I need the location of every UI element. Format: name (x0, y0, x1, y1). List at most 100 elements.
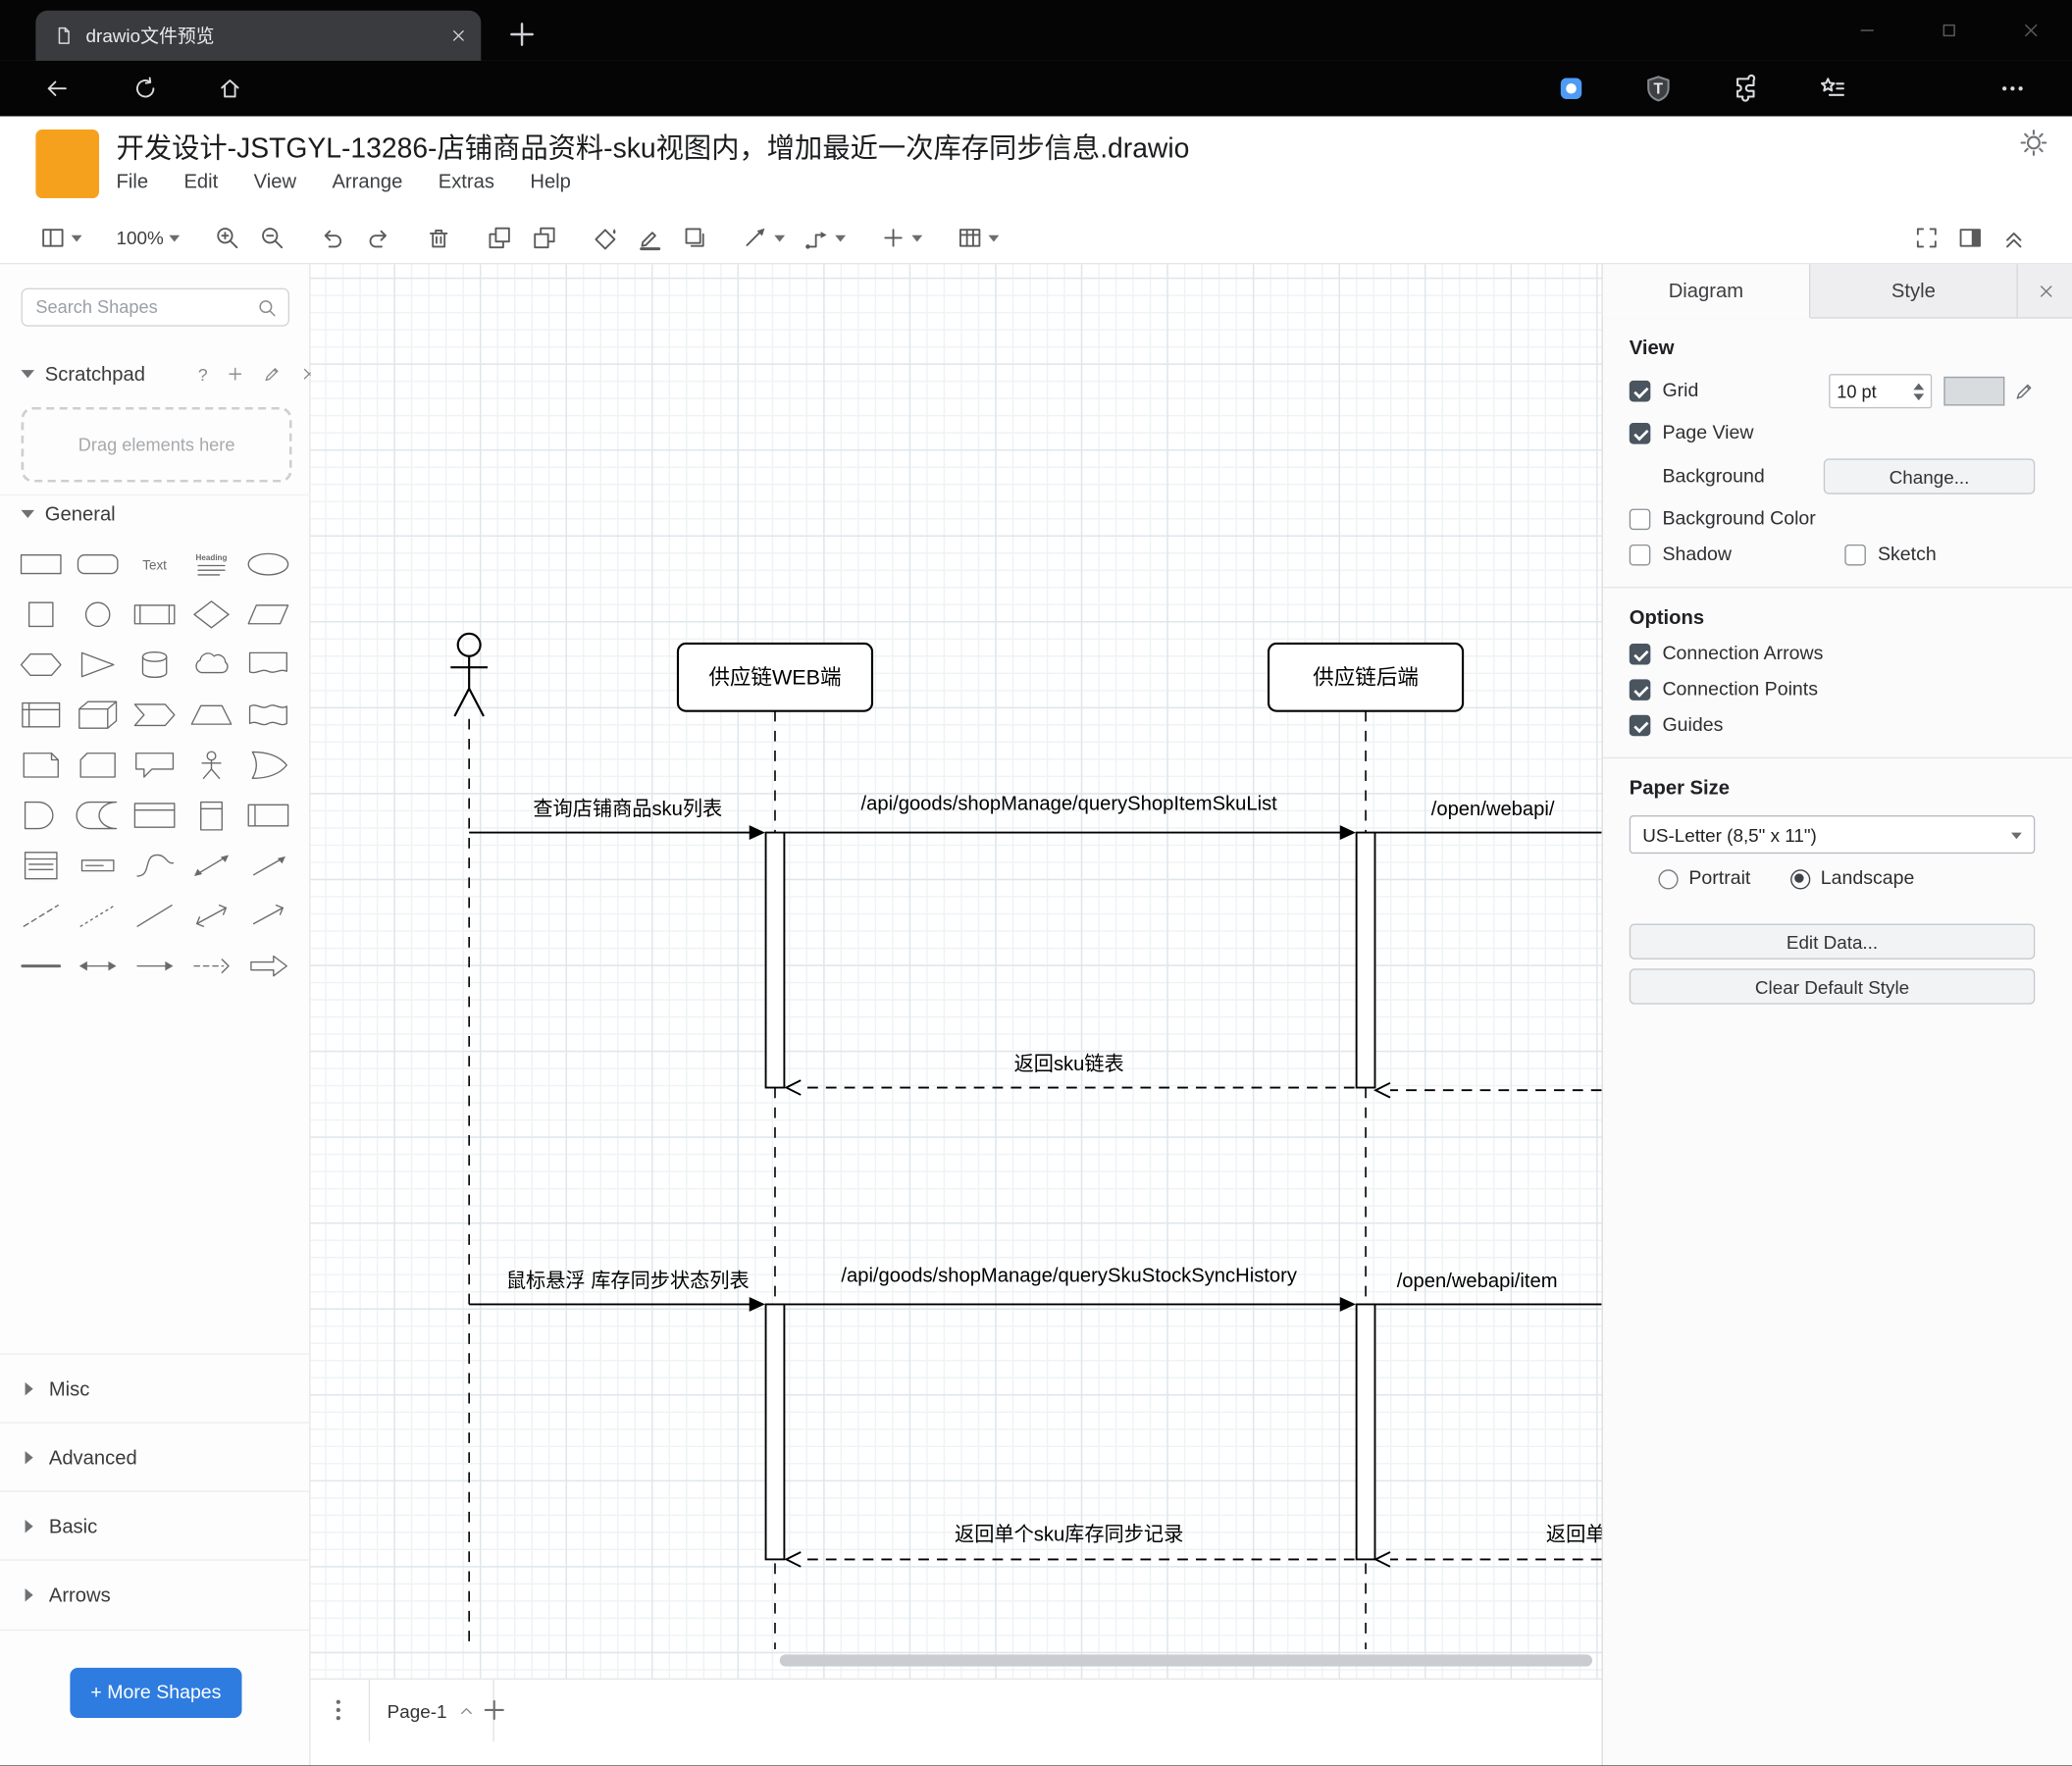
tab-style[interactable]: Style (1810, 264, 2018, 318)
shape-bidirectional-connector[interactable] (184, 895, 237, 937)
extension-icon-blue[interactable] (1557, 74, 1586, 103)
collapse-toolbar-icon[interactable] (2000, 225, 2027, 251)
fullscreen-icon[interactable] (1913, 225, 1940, 251)
shape-cube[interactable] (71, 694, 124, 736)
zoom-dropdown[interactable]: 100% (117, 227, 180, 248)
format-panel-toggle-icon[interactable] (1957, 225, 1984, 251)
shield-extension-icon[interactable]: T (1644, 74, 1674, 103)
shape-callout[interactable] (128, 744, 181, 786)
shape-text[interactable]: Text (128, 544, 181, 586)
shape-curve[interactable] (128, 845, 181, 887)
grid-size-stepper[interactable] (1913, 378, 1925, 405)
shape-step[interactable] (128, 694, 181, 736)
shape-line[interactable] (128, 895, 181, 937)
menu-help[interactable]: Help (530, 171, 571, 193)
section-misc[interactable]: Misc (0, 1353, 311, 1423)
redo-icon[interactable] (365, 224, 391, 250)
to-back-icon[interactable] (531, 224, 557, 250)
zoom-in-icon[interactable] (214, 224, 240, 250)
search-icon[interactable] (256, 296, 278, 318)
shape-ellipse[interactable] (241, 544, 294, 586)
landscape-option[interactable]: Landscape (1789, 868, 1914, 889)
section-basic[interactable]: Basic (0, 1490, 311, 1560)
activation-bar[interactable] (1355, 1303, 1376, 1561)
search-input[interactable] (32, 295, 257, 319)
grid-color-swatch[interactable] (1943, 376, 2005, 406)
shape-block-arrow[interactable] (241, 945, 294, 987)
shape-textbox[interactable]: Heading (184, 544, 237, 586)
section-advanced[interactable]: Advanced (0, 1422, 311, 1491)
shadow-checkbox[interactable] (1629, 544, 1651, 566)
shape-dashed-arrow[interactable] (184, 945, 237, 987)
shape-and[interactable] (14, 795, 67, 837)
shape-horizontal-line[interactable] (14, 945, 67, 987)
landscape-radio[interactable] (1789, 868, 1810, 889)
favorites-hub-icon[interactable] (1818, 74, 1847, 103)
shape-triangle[interactable] (71, 644, 124, 686)
actor-figure[interactable] (450, 632, 489, 717)
menu-extras[interactable]: Extras (439, 171, 494, 193)
undo-icon[interactable] (320, 224, 346, 250)
portrait-option[interactable]: Portrait (1658, 868, 1750, 889)
guides-checkbox[interactable] (1629, 714, 1651, 737)
grid-checkbox[interactable] (1629, 380, 1651, 402)
portrait-radio[interactable] (1658, 868, 1679, 889)
shape-tape[interactable] (241, 694, 294, 736)
panel-close-icon[interactable] (2037, 281, 2056, 300)
menu-edit[interactable]: Edit (183, 171, 218, 193)
shape-document[interactable] (241, 644, 294, 686)
shape-hexagon[interactable] (14, 644, 67, 686)
edit-data-button[interactable]: Edit Data... (1629, 923, 2036, 960)
table-button[interactable] (957, 224, 1000, 250)
home-icon[interactable] (217, 76, 243, 102)
shape-cylinder[interactable] (128, 644, 181, 686)
shape-cloud[interactable] (184, 644, 237, 686)
line-color-icon[interactable] (637, 224, 663, 250)
shape-internal-storage[interactable] (14, 694, 67, 736)
shape-or[interactable] (241, 744, 294, 786)
shape-trapezoid[interactable] (184, 694, 237, 736)
section-general[interactable]: General (0, 493, 311, 533)
shape-vertical-container[interactable] (184, 795, 237, 837)
shape-diamond[interactable] (184, 594, 237, 636)
more-shapes-button[interactable]: + More Shapes (70, 1667, 242, 1719)
fill-color-icon[interactable] (592, 224, 618, 250)
zoom-out-icon[interactable] (259, 224, 285, 250)
paper-size-select[interactable]: US-Letter (8,5" x 11") (1629, 815, 2036, 855)
shape-rectangle[interactable] (14, 544, 67, 586)
window-close-button[interactable] (1990, 0, 2072, 61)
to-front-icon[interactable] (486, 224, 512, 250)
scratchpad-add-icon[interactable] (226, 365, 244, 384)
menu-view[interactable]: View (254, 171, 296, 193)
window-minimize-button[interactable] (1826, 0, 1908, 61)
activation-bar[interactable] (764, 831, 786, 1089)
delete-icon[interactable] (425, 224, 451, 250)
shape-horizontal-double-arrow[interactable] (71, 945, 124, 987)
shape-square[interactable] (14, 594, 67, 636)
connection-arrows-checkbox[interactable] (1629, 643, 1651, 665)
tab-diagram[interactable]: Diagram (1602, 264, 1811, 319)
connection-style-button[interactable] (743, 224, 785, 250)
shape-list-item[interactable] (71, 845, 124, 887)
canvas-horizontal-scrollbar[interactable] (779, 1654, 1593, 1667)
shape-data-storage[interactable] (71, 795, 124, 837)
sequence-diagram[interactable]: 供应链WEB端 供应链后端 查询店铺商品sku列表 /api/goods/sho… (311, 264, 1602, 1665)
activation-bar[interactable] (1355, 831, 1376, 1089)
scratchpad-edit-icon[interactable] (263, 365, 282, 384)
scratchpad-header[interactable]: Scratchpad ? (0, 354, 315, 393)
shape-list[interactable] (14, 845, 67, 887)
shape-dashed-line[interactable] (14, 895, 67, 937)
clear-default-style-button[interactable]: Clear Default Style (1629, 968, 2036, 1005)
shape-directional-connector[interactable] (241, 895, 294, 937)
extensions-puzzle-icon[interactable] (1731, 74, 1760, 103)
shape-arrow[interactable] (241, 845, 294, 887)
connection-points-checkbox[interactable] (1629, 679, 1651, 701)
page-tab[interactable]: Page-1 (368, 1679, 494, 1742)
background-color-checkbox[interactable] (1629, 508, 1651, 531)
shape-bidirectional-arrow[interactable] (184, 845, 237, 887)
sketch-checkbox[interactable] (1844, 544, 1866, 566)
pages-menu-icon[interactable] (324, 1695, 353, 1725)
view-mode-button[interactable] (39, 224, 82, 250)
shape-card[interactable] (71, 744, 124, 786)
shape-actor[interactable] (184, 744, 237, 786)
